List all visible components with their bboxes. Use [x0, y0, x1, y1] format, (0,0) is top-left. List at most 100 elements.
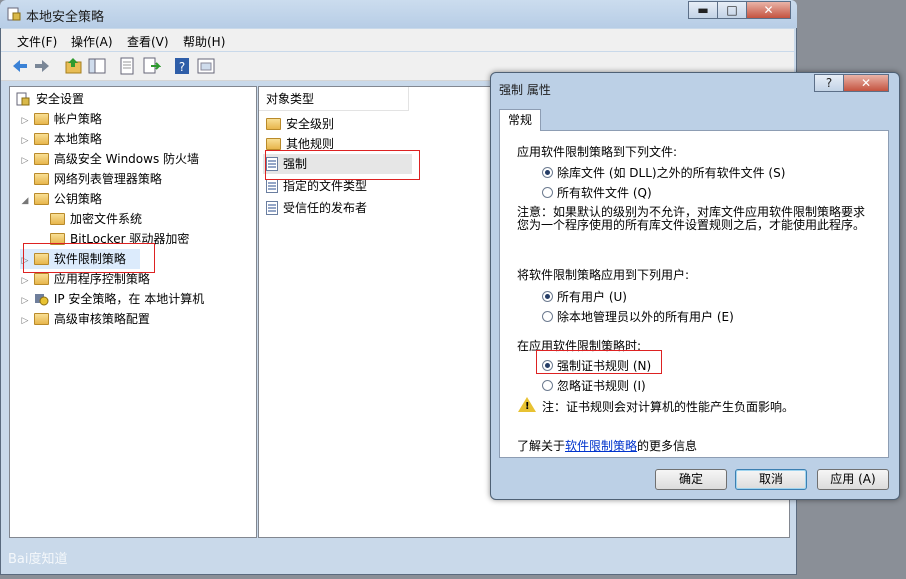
highlight-box	[265, 150, 420, 180]
properties-icon[interactable]	[117, 56, 137, 76]
export-icon[interactable]	[141, 56, 161, 76]
ip-security-icon	[34, 294, 49, 306]
forward-arrow-icon[interactable]	[32, 56, 52, 76]
folder-icon	[33, 153, 49, 165]
tree-item-label: 公钥策略	[53, 192, 102, 206]
tree-root[interactable]: 安全设置	[16, 89, 84, 109]
folder-icon	[33, 173, 49, 185]
window-title: 本地安全策略	[26, 10, 105, 25]
tree-item-label: 高级审核策略配置	[53, 312, 150, 326]
properties-dialog: 强制 属性 ? ✕ 应用软件限制策略到下列文件: 除库文件 (如 DLL)之外的…	[490, 72, 900, 500]
help-icon: ?	[825, 76, 833, 90]
collapse-arrow-icon[interactable]: ◢	[20, 191, 30, 211]
cancel-button[interactable]: 取消	[735, 469, 807, 490]
status-bar	[1, 540, 794, 574]
expand-arrow-icon[interactable]: ▷	[20, 151, 30, 171]
up-folder-icon[interactable]	[64, 56, 84, 76]
radio-ignore-cert-rules[interactable]: 忽略证书规则 (I)	[542, 377, 646, 394]
close-icon: ✕	[763, 3, 774, 17]
list-item-label: 其他规则	[286, 137, 335, 151]
show-tree-icon[interactable]	[87, 56, 107, 76]
tree-item-audit[interactable]: ▷ 高级审核策略配置	[20, 309, 150, 329]
list-item-label: 受信任的发布者	[283, 201, 368, 215]
tree-item-label: 应用程序控制策略	[53, 272, 150, 286]
radio-selected-icon	[542, 167, 553, 178]
radio-icon	[542, 187, 553, 198]
expand-arrow-icon[interactable]: ▷	[20, 131, 30, 151]
title-bar[interactable]: 本地安全策略 ▬ □ ✕	[0, 0, 797, 28]
radio-selected-icon	[542, 291, 553, 302]
minimize-icon: ▬	[697, 3, 709, 17]
maximize-button[interactable]: □	[717, 1, 747, 19]
expand-arrow-icon[interactable]: ▷	[20, 111, 30, 131]
apply-button[interactable]: 应用 (A)	[817, 469, 889, 490]
maximize-icon: □	[726, 3, 738, 17]
security-policy-app-icon	[7, 7, 21, 21]
highlight-box	[536, 350, 662, 374]
tree-item-label: 帐户策略	[53, 112, 102, 126]
files-heading: 应用软件限制策略到下列文件:	[517, 145, 678, 159]
menu-help[interactable]: 帮助(H)	[183, 33, 225, 50]
minimize-button[interactable]: ▬	[688, 1, 718, 19]
learn-more-line: 了解关于软件限制策略的更多信息	[517, 439, 698, 453]
folder-icon	[33, 133, 49, 145]
radio-all-except-libraries[interactable]: 除库文件 (如 DLL)之外的所有软件文件 (S)	[542, 164, 785, 181]
tree-item-public-key[interactable]: ◢ 公钥策略	[20, 189, 102, 209]
folder-icon	[33, 113, 49, 125]
svg-text:?: ?	[179, 60, 185, 74]
ok-button[interactable]: 确定	[655, 469, 727, 490]
folder-icon	[33, 313, 49, 325]
tree-item-label: IP 安全策略，在 本地计算机	[53, 292, 205, 306]
close-button[interactable]: ✕	[746, 1, 791, 19]
tab-general[interactable]: 常规	[499, 109, 541, 131]
warning-mark-icon: !	[525, 401, 530, 412]
list-item-label: 安全级别	[286, 117, 335, 131]
security-settings-icon	[16, 92, 30, 106]
close-icon: ✕	[860, 76, 872, 90]
menu-file[interactable]: 文件(F)	[17, 33, 57, 50]
expand-arrow-icon[interactable]: ▷	[20, 271, 30, 291]
radio-icon	[542, 380, 553, 391]
dialog-title: 强制 属性	[499, 83, 551, 97]
note-line-2: 您为一个程序使用的所有库文件设置规则之后，才能使用此程序。	[517, 218, 866, 232]
tree-item-firewall[interactable]: ▷ 高级安全 Windows 防火墙	[20, 149, 200, 171]
menu-bar: 文件(F) 操作(A) 查看(V) 帮助(H)	[1, 29, 794, 51]
expand-arrow-icon[interactable]: ▷	[20, 291, 30, 311]
learn-more-link[interactable]: 软件限制策略	[565, 439, 637, 453]
folder-icon	[33, 273, 49, 285]
radio-all-software-files[interactable]: 所有软件文件 (Q)	[542, 184, 652, 201]
warning-text: 注：证书规则会对计算机的性能产生负面影响。	[542, 400, 795, 414]
list-item-security-levels[interactable]: 安全级别	[266, 114, 334, 134]
menu-action[interactable]: 操作(A)	[71, 33, 113, 50]
watermark: Bai度知道	[8, 552, 68, 567]
back-arrow-icon[interactable]	[10, 56, 30, 76]
console-icon[interactable]	[196, 56, 216, 76]
help-button[interactable]: ?	[814, 74, 844, 92]
tree-item-network-list[interactable]: 网络列表管理器策略	[20, 169, 162, 189]
help-icon[interactable]: ?	[172, 56, 192, 76]
dialog-close-button[interactable]: ✕	[843, 74, 889, 92]
tree-item-account-policy[interactable]: ▷ 帐户策略	[20, 109, 102, 129]
radio-icon	[542, 311, 553, 322]
tree-item-local-policy[interactable]: ▷ 本地策略	[20, 129, 102, 149]
tree-item-ip-security[interactable]: ▷ IP 安全策略，在 本地计算机	[20, 289, 205, 311]
expand-arrow-icon[interactable]: ▷	[20, 311, 30, 331]
tree-item-label: 加密文件系统	[70, 212, 143, 226]
folder-open-icon	[33, 193, 49, 205]
radio-all-except-admins[interactable]: 除本地管理员以外的所有用户 (E)	[542, 308, 734, 325]
column-header-object-type[interactable]: 对象类型	[259, 87, 409, 111]
folder-icon	[50, 213, 65, 225]
list-item-trusted-publishers[interactable]: 受信任的发布者	[266, 198, 367, 218]
list-item-label: 指定的文件类型	[283, 179, 368, 193]
radio-all-users[interactable]: 所有用户 (U)	[542, 288, 627, 305]
general-tab-panel: 应用软件限制策略到下列文件: 除库文件 (如 DLL)之外的所有软件文件 (S)…	[499, 130, 889, 458]
folder-icon	[266, 118, 281, 130]
tree-item-label: 高级安全 Windows 防火墙	[53, 152, 200, 166]
tree-item-efs[interactable]: 加密文件系统	[50, 209, 142, 229]
policy-doc-icon	[266, 179, 278, 193]
tree-pane: 安全设置 ▷ 帐户策略 ▷ 本地策略 ▷ 高级安全 Windows 防火墙 网络…	[9, 86, 257, 538]
policy-doc-icon	[266, 201, 278, 215]
tree-item-label: 网络列表管理器策略	[53, 172, 162, 186]
tree-root-label: 安全设置	[36, 92, 85, 106]
menu-view[interactable]: 查看(V)	[127, 33, 169, 50]
